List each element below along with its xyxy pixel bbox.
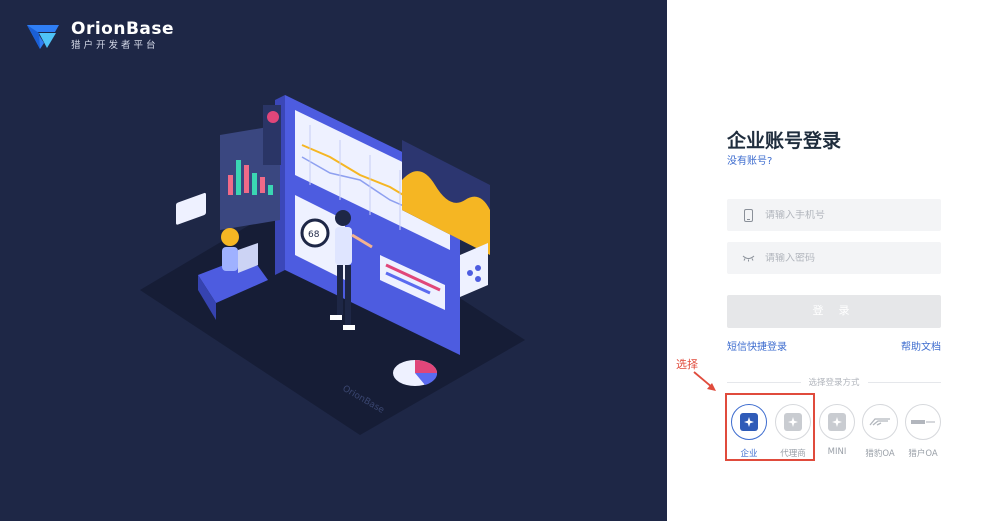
brand-subtitle: 猎户开发者平台 xyxy=(71,40,159,51)
annotation-arrow-icon xyxy=(693,371,716,391)
method-label: 猎户OA xyxy=(908,449,938,459)
method-agent[interactable]: 代理商 xyxy=(773,404,813,459)
enterprise-icon xyxy=(740,413,758,431)
logo[interactable]: OrionBase 猎户开发者平台 xyxy=(25,20,174,52)
method-label: 代理商 xyxy=(780,449,806,459)
method-label: MINI xyxy=(827,447,847,457)
left-panel: OrionBase 猎户开发者平台 OrionBase 68 xyxy=(0,0,667,521)
phone-field[interactable] xyxy=(727,199,941,231)
sms-login-link[interactable]: 短信快捷登录 xyxy=(727,338,787,353)
orionbase-logo-icon xyxy=(27,25,59,49)
login-method-divider: 选择登录方式 xyxy=(727,376,942,388)
method-orion-oa[interactable]: 猎户OA xyxy=(903,404,943,459)
register-link[interactable]: 没有账号? xyxy=(727,152,772,167)
login-button[interactable]: 登 录 xyxy=(727,295,941,328)
cheetah-logo-icon xyxy=(869,418,890,426)
brand-name: OrionBase xyxy=(71,19,175,39)
dashboard-illustration: OrionBase 68 xyxy=(140,95,525,435)
login-title: 企业账号登录 xyxy=(727,130,842,152)
method-cheetah-oa[interactable]: 猎豹OA xyxy=(860,404,900,459)
agent-icon xyxy=(784,413,802,431)
password-input[interactable] xyxy=(765,252,925,264)
method-mini[interactable]: MINI xyxy=(817,404,857,457)
orionstar-logo-icon xyxy=(911,420,935,424)
eye-closed-icon xyxy=(741,255,755,262)
mini-icon xyxy=(828,413,846,431)
method-label: 企业 xyxy=(740,449,758,459)
illustration-dial-value: 68 xyxy=(308,230,320,240)
phone-icon xyxy=(741,208,755,222)
method-enterprise[interactable]: 企业 xyxy=(729,404,769,459)
login-panel: 企业账号登录 没有账号? 登 录 短信快捷登录 帮助文档 选择登录方式 企业 xyxy=(667,0,1000,521)
method-label: 猎豹OA xyxy=(865,449,895,459)
phone-input[interactable] xyxy=(765,209,925,221)
help-docs-link[interactable]: 帮助文档 xyxy=(901,338,941,353)
password-field[interactable] xyxy=(727,242,941,274)
divider-text: 选择登录方式 xyxy=(808,378,860,388)
